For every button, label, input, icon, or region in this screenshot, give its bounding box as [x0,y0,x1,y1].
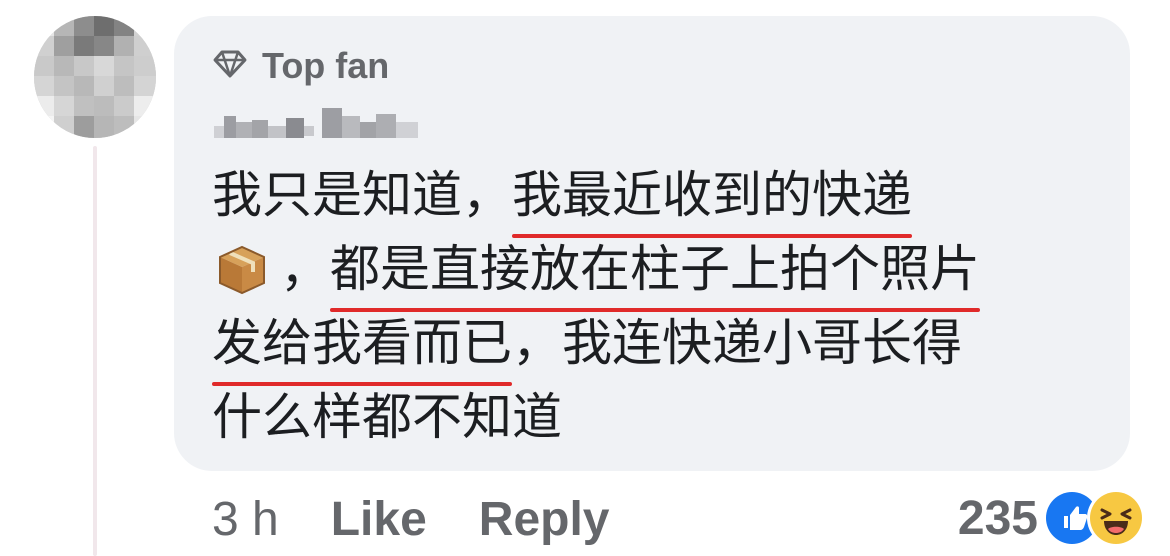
top-fan-badge[interactable]: Top fan [212,44,389,88]
diamond-icon [212,49,248,83]
text-segment: ， [280,240,330,298]
reply-button[interactable]: Reply [479,492,610,547]
thread-line [93,146,97,556]
comment-actions: 3 h Like Reply [212,489,610,549]
timestamp[interactable]: 3 h [212,492,279,547]
reaction-icons [1046,492,1142,544]
haha-icon [1090,492,1142,544]
author-name-blurred[interactable] [214,108,418,146]
text-segment: 我只是知道， [212,166,512,224]
text-segment: 什么样都不知道 [212,388,562,446]
comment-line: 我只是知道， 我最近收到的快递 [212,158,1107,238]
underlined-segment: 发给我看而已 [212,306,512,386]
text-segment: ，我连快递小哥长得 [512,314,962,372]
avatar[interactable] [34,16,156,138]
badge-label: Top fan [262,45,390,86]
comment-line: 发给我看而已 ，我连快递小哥长得 [212,306,1107,386]
package-box-icon [212,239,272,299]
underlined-segment: 都是直接放在柱子上拍个照片 [330,232,980,312]
underlined-segment: 我最近收到的快递 [512,158,912,238]
reaction-summary[interactable]: 235 [958,486,1142,550]
reaction-count: 235 [957,491,1038,545]
like-button[interactable]: Like [331,492,427,547]
comment-line: 什么样都不知道 [212,380,1107,454]
comment-line: ， 都是直接放在柱子上拍个照片 [212,232,1107,312]
comment-text: 我只是知道， 我最近收到的快递 ， 都是直接放在柱子上拍个照片 发给我看而已 ，… [212,158,1107,454]
